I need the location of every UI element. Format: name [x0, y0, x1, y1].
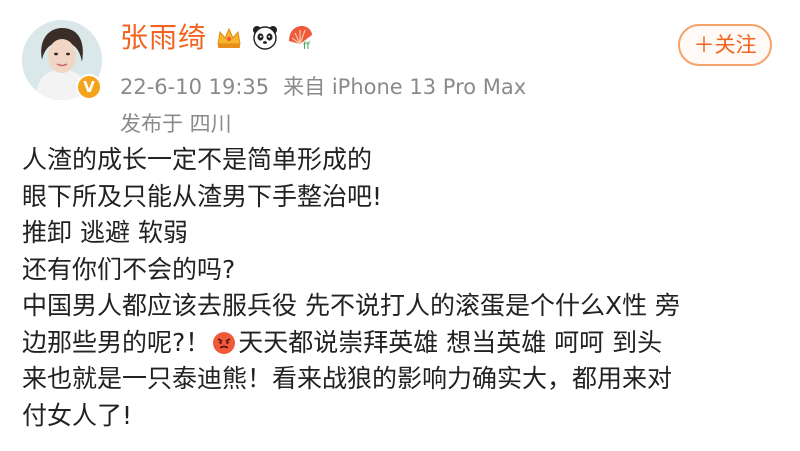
panda-icon[interactable] [250, 22, 280, 52]
content-line: 眼下所及只能从渣男下手整治吧! [22, 181, 383, 211]
svg-text:ff: ff [303, 41, 311, 52]
content-line: 人渣的成长一定不是简单形成的 [22, 145, 373, 174]
post-meta: 22-6-10 19:35 来自 iPhone 13 Pro Max [120, 72, 526, 102]
content-line: 付女人了! [22, 400, 133, 430]
content-line: 边那些男的呢?！ 天天都说崇拜英雄 想当英雄 呵呵 到头 [22, 325, 782, 362]
content-line: 中国男人都应该去服兵役 先不说打人的滚蛋是个什么X性 旁 [22, 291, 681, 320]
post-time: 22-6-10 19:35 [120, 75, 270, 99]
author-name[interactable]: 张雨绮 [120, 18, 207, 58]
post-location: 发布于 四川 [120, 112, 232, 136]
content-line: 还有你们不会的吗? [22, 254, 236, 284]
angry-emoji-icon [213, 331, 236, 354]
verified-icon: V [76, 74, 102, 100]
crown-icon[interactable] [214, 22, 244, 52]
post-source: 来自 iPhone 13 Pro Max [283, 75, 527, 99]
weibo-post: V 张雨绮 ff 22-6-10 19:35 来自 iPhone 13 Pro … [0, 0, 800, 451]
post-content: 人渣的成长一定不是简单形成的 眼下所及只能从渣男下手整治吧! 推卸 逃避 软弱 … [22, 142, 782, 434]
badge-list: ff [214, 22, 316, 52]
content-line: 推卸 逃避 软弱 [22, 218, 188, 247]
content-segment: 边那些男的呢?！ [22, 327, 211, 357]
follow-button[interactable]: ＋关注 [678, 24, 772, 66]
fan-icon[interactable]: ff [286, 22, 316, 52]
content-line: 来也就是一只泰迪熊！看来战狼的影响力确实大，都用来对 [22, 364, 673, 393]
content-segment: 天天都说崇拜英雄 想当英雄 呵呵 到头 [238, 327, 663, 357]
post-header: V 张雨绮 ff 22-6-10 19:35 来自 iPhone 13 Pro … [22, 14, 782, 136]
